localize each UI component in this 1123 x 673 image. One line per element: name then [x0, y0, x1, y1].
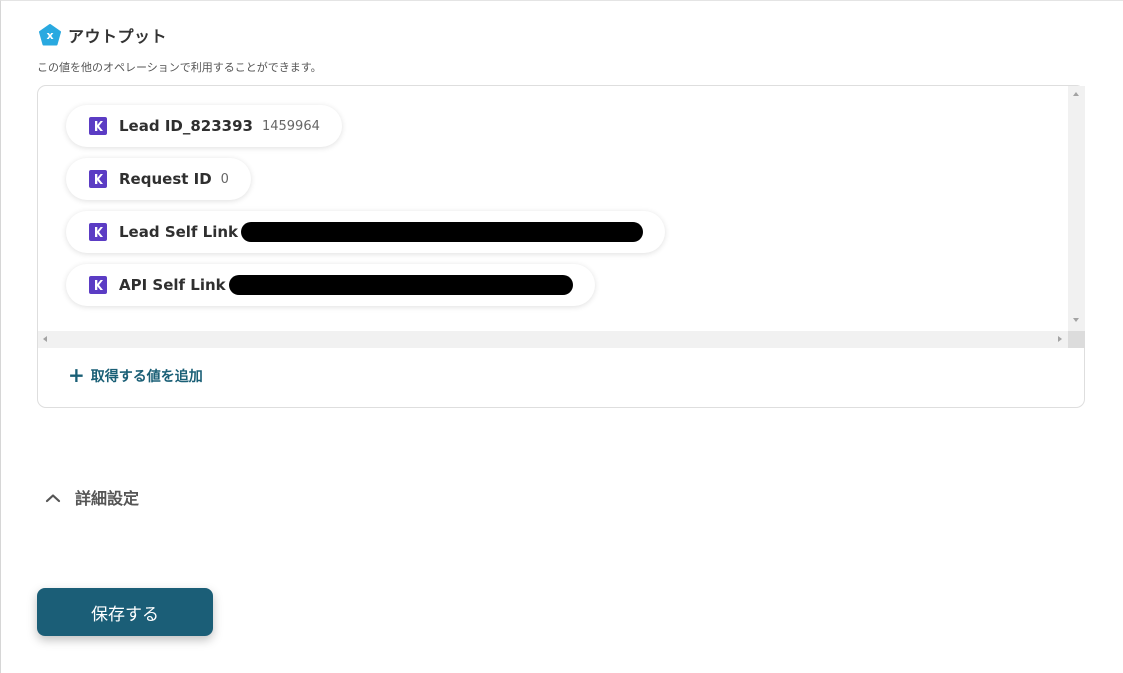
save-button[interactable]: 保存する: [37, 588, 213, 636]
scroll-up-arrow-icon[interactable]: [1073, 92, 1079, 96]
output-item-label: Lead ID_823393: [119, 117, 253, 135]
vertical-scrollbar[interactable]: [1068, 86, 1085, 348]
output-list: Lead ID_823393 1459964 Request ID 0 Lead…: [38, 86, 1068, 331]
plus-icon: +: [68, 363, 85, 387]
scrollbar-corner: [1068, 331, 1085, 348]
output-badge-icon: x: [39, 24, 61, 46]
redacted-value: [241, 222, 644, 242]
output-item-value: 1459964: [261, 118, 320, 134]
output-item-lead-self-link[interactable]: Lead Self Link: [66, 211, 666, 253]
scroll-right-arrow-icon[interactable]: [1058, 336, 1062, 342]
chevron-up-icon: [45, 488, 61, 507]
add-value-label: 取得する値を追加: [90, 369, 203, 385]
horizontal-scrollbar[interactable]: [38, 331, 1068, 348]
k-app-icon: [89, 117, 107, 135]
section-title: アウトプット: [68, 27, 168, 46]
k-app-icon: [89, 170, 107, 188]
output-item-label: Request ID: [119, 170, 212, 188]
scroll-down-arrow-icon[interactable]: [1073, 318, 1079, 322]
scroll-left-arrow-icon[interactable]: [43, 336, 47, 342]
output-item-request-id[interactable]: Request ID 0: [66, 158, 251, 200]
k-app-icon: [89, 276, 107, 294]
add-value-button[interactable]: + 取得する値を追加: [68, 363, 203, 387]
k-app-icon: [89, 223, 107, 241]
detail-settings-label: 詳細設定: [75, 489, 140, 508]
output-item-label: API Self Link: [119, 276, 226, 294]
output-item-api-self-link[interactable]: API Self Link: [66, 264, 595, 306]
output-item-lead-id[interactable]: Lead ID_823393 1459964: [66, 105, 342, 147]
detail-settings-toggle[interactable]: 詳細設定: [45, 485, 139, 509]
output-list-box: Lead ID_823393 1459964 Request ID 0 Lead…: [37, 85, 1085, 408]
section-description: この値を他のオペレーションで利用することができます。: [37, 61, 322, 74]
output-section-header: x アウトプット: [39, 23, 167, 47]
output-item-label: Lead Self Link: [119, 223, 239, 241]
redacted-value: [228, 275, 573, 295]
output-item-value: 0: [220, 171, 229, 187]
